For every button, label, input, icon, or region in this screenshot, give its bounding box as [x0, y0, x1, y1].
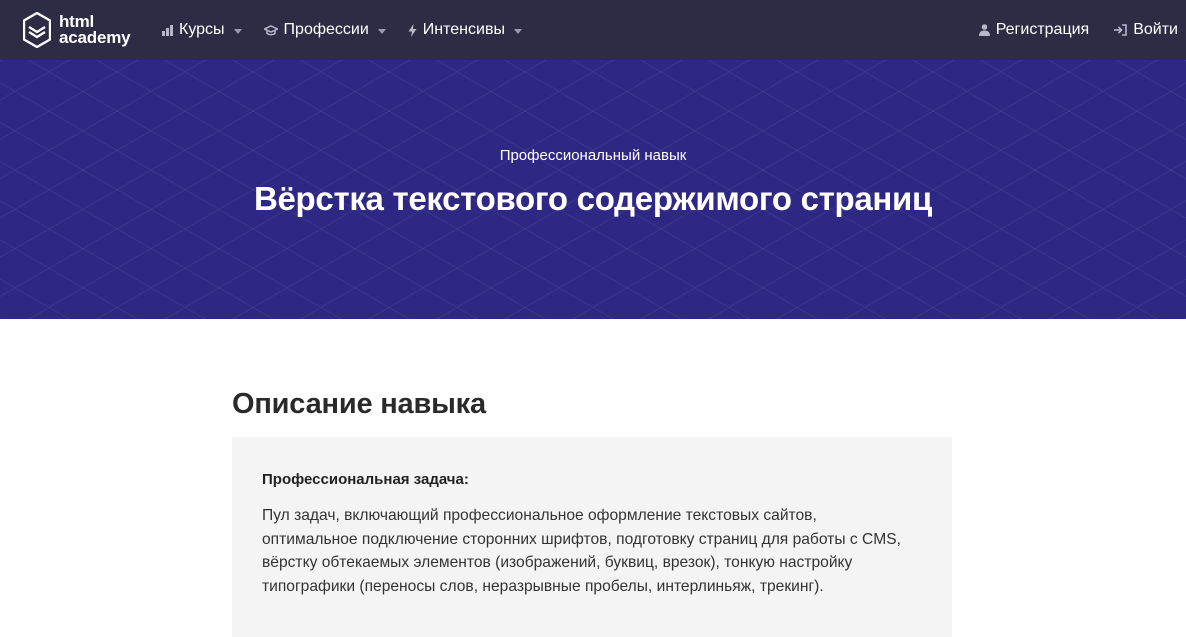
skill-description-card: Профессиональная задача: Пул задач, вклю…: [232, 437, 952, 637]
nav-item-courses[interactable]: Курсы: [162, 21, 242, 39]
register-link-label: Регистрация: [995, 21, 1090, 38]
chevron-down-icon: [377, 28, 386, 34]
logo-line-2: academy: [59, 28, 131, 47]
card-label: Профессиональная задача:: [262, 471, 469, 488]
nav-item-intensives-label: Интенсивы: [422, 21, 505, 38]
bar-chart-icon: [162, 24, 173, 36]
nav-item-professions-label: Профессии: [283, 21, 369, 38]
lightning-icon: [408, 23, 417, 37]
login-link[interactable]: Войти: [1114, 21, 1178, 39]
logo-icon: [23, 12, 51, 48]
hero-banner: Профессиональный навык Вёрстка текстовог…: [0, 60, 1186, 319]
logo-text: html academy: [59, 13, 131, 47]
nav-item-professions[interactable]: Профессии: [263, 21, 386, 39]
chevron-down-icon: [513, 28, 522, 34]
user-icon: [978, 24, 990, 36]
register-link[interactable]: Регистрация: [978, 21, 1090, 39]
login-link-label: Войти: [1133, 21, 1178, 38]
user-nav: Регистрация Войти: [954, 0, 1178, 60]
hero-subtitle: Профессиональный навык: [499, 147, 687, 164]
nav-item-courses-label: Курсы: [179, 21, 225, 38]
graduation-cap-icon: [263, 24, 278, 36]
chevron-down-icon: [233, 28, 242, 34]
section-title: Описание навыка: [232, 388, 486, 420]
main-nav: Курсы Профессии Интенсивы: [162, 0, 544, 60]
card-text: Пул задач, включающий профессиональное о…: [262, 507, 901, 595]
nav-item-intensives[interactable]: Интенсивы: [408, 21, 522, 39]
top-navbar: html academy Курсы Профессии Интенсивы Р…: [0, 0, 1186, 60]
login-icon: [1114, 24, 1128, 36]
page-title: Вёрстка текстового содержимого страниц: [253, 180, 933, 217]
logo-link[interactable]: html academy: [23, 11, 131, 49]
